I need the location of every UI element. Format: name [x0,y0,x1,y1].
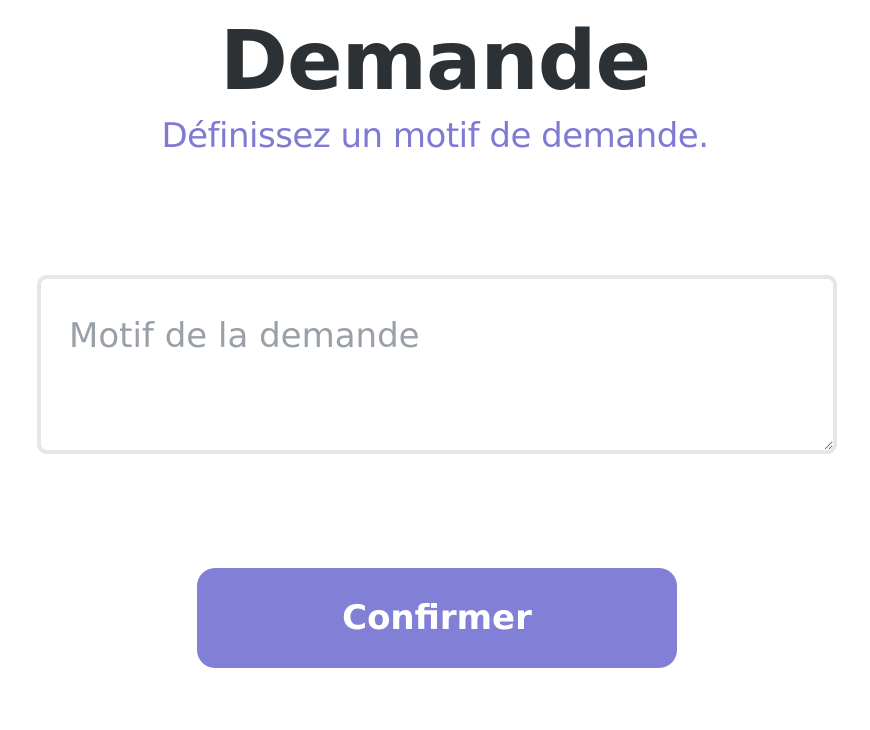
reason-field-container [37,275,837,454]
confirm-button[interactable]: Confirmer [197,568,677,668]
reason-textarea[interactable] [37,275,837,454]
request-page: Demande Définissez un motif de demande. … [0,0,870,730]
page-subtitle: Définissez un motif de demande. [161,116,709,156]
page-title: Demande [219,14,651,109]
